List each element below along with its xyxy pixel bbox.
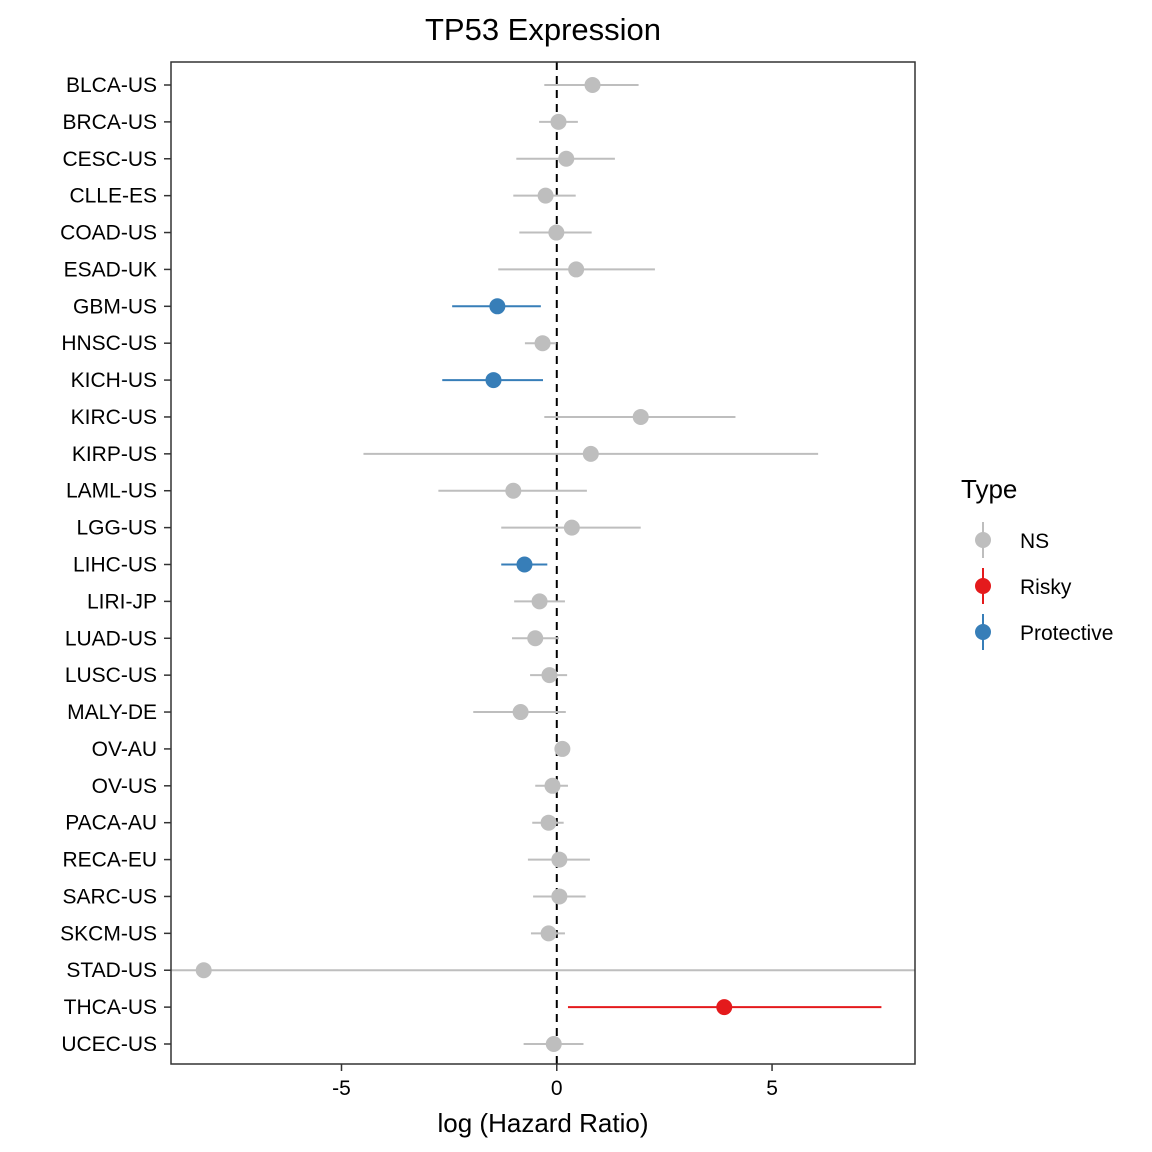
point-gbm-us: [489, 298, 506, 315]
point-skcm-us: [540, 925, 557, 942]
point-laml-us: [505, 482, 522, 499]
point-cesc-us: [558, 150, 575, 167]
legend-label: NS: [1020, 530, 1049, 553]
y-tick-label: CESC-US: [62, 148, 157, 171]
y-tick-label: SKCM-US: [60, 922, 157, 945]
legend-item-ns: NS: [975, 522, 1049, 558]
y-tick-label: KICH-US: [71, 369, 157, 392]
point-kirp-us: [582, 445, 599, 462]
legend-key-point: [975, 578, 991, 594]
x-tick-label: 5: [766, 1077, 778, 1100]
legend-key-point: [975, 532, 991, 548]
legend-item-risky: Risky: [975, 568, 1072, 604]
y-tick-label: LAML-US: [66, 480, 157, 503]
y-tick-label: KIRC-US: [71, 406, 157, 429]
y-tick-label: BRCA-US: [62, 111, 157, 134]
y-tick-label: OV-US: [92, 775, 157, 798]
y-tick-label: STAD-US: [66, 959, 157, 982]
point-kich-us: [485, 372, 502, 389]
point-ucec-us: [545, 1036, 562, 1052]
point-paca-au: [540, 814, 557, 831]
point-reca-eu: [551, 851, 568, 868]
point-brca-us: [550, 113, 567, 130]
y-tick-label: LUAD-US: [65, 627, 157, 650]
point-lihc-us: [516, 556, 533, 573]
point-luad-us: [527, 630, 544, 647]
chart-title: TP53 Expression: [425, 12, 661, 47]
point-lgg-us: [563, 519, 580, 536]
plot-panel-border: [170, 61, 916, 1065]
legend-key-point: [975, 624, 991, 640]
y-tick-label: COAD-US: [60, 222, 157, 245]
point-blca-us: [584, 77, 601, 93]
y-tick-label: CLLE-ES: [69, 185, 157, 208]
y-tick-label: RECA-EU: [62, 849, 157, 872]
legend-label: Protective: [1020, 622, 1113, 645]
y-tick-label: LIRI-JP: [87, 590, 157, 613]
point-kirc-us: [632, 408, 649, 425]
x-tick-label: -5: [332, 1077, 351, 1100]
y-tick-label: UCEC-US: [61, 1033, 157, 1056]
y-tick-label: THCA-US: [64, 996, 157, 1019]
y-tick-label: HNSC-US: [61, 332, 157, 355]
point-ov-au: [554, 740, 571, 757]
y-tick-label: OV-AU: [92, 738, 157, 761]
y-tick-label: KIRP-US: [72, 443, 157, 466]
legend-label: Risky: [1020, 576, 1072, 599]
y-tick-label: PACA-AU: [65, 812, 157, 835]
point-clle-es: [537, 187, 554, 204]
point-hnsc-us: [534, 335, 551, 352]
legend: Type NS Risky Protective: [961, 474, 1113, 650]
legend-item-protective: Protective: [975, 614, 1113, 650]
point-coad-us: [548, 224, 565, 241]
y-tick-label: ESAD-UK: [64, 258, 157, 281]
y-tick-label: LUSC-US: [65, 664, 157, 687]
y-tick-label: LIHC-US: [73, 554, 157, 577]
y-tick-label: BLCA-US: [66, 74, 157, 97]
point-maly-de: [512, 704, 529, 721]
forest-plot: TP53 Expression BLCA-US BRCA-US CESC-US CLL…: [60, 12, 1113, 1138]
legend-title: Type: [961, 474, 1017, 504]
point-liri-jp: [531, 593, 548, 610]
x-axis-label: log (Hazard Ratio): [438, 1108, 649, 1138]
y-tick-label: MALY-DE: [67, 701, 157, 724]
point-stad-us: [195, 962, 212, 979]
point-lusc-us: [541, 667, 558, 684]
x-tick-label: 0: [551, 1077, 563, 1100]
y-tick-label: SARC-US: [62, 885, 157, 908]
point-ov-us: [544, 777, 561, 794]
y-tick-label: LGG-US: [76, 517, 157, 540]
y-tick-label: GBM-US: [73, 295, 157, 318]
point-esad-uk: [568, 261, 585, 278]
point-thca-us: [716, 999, 733, 1016]
point-sarc-us: [551, 888, 568, 905]
